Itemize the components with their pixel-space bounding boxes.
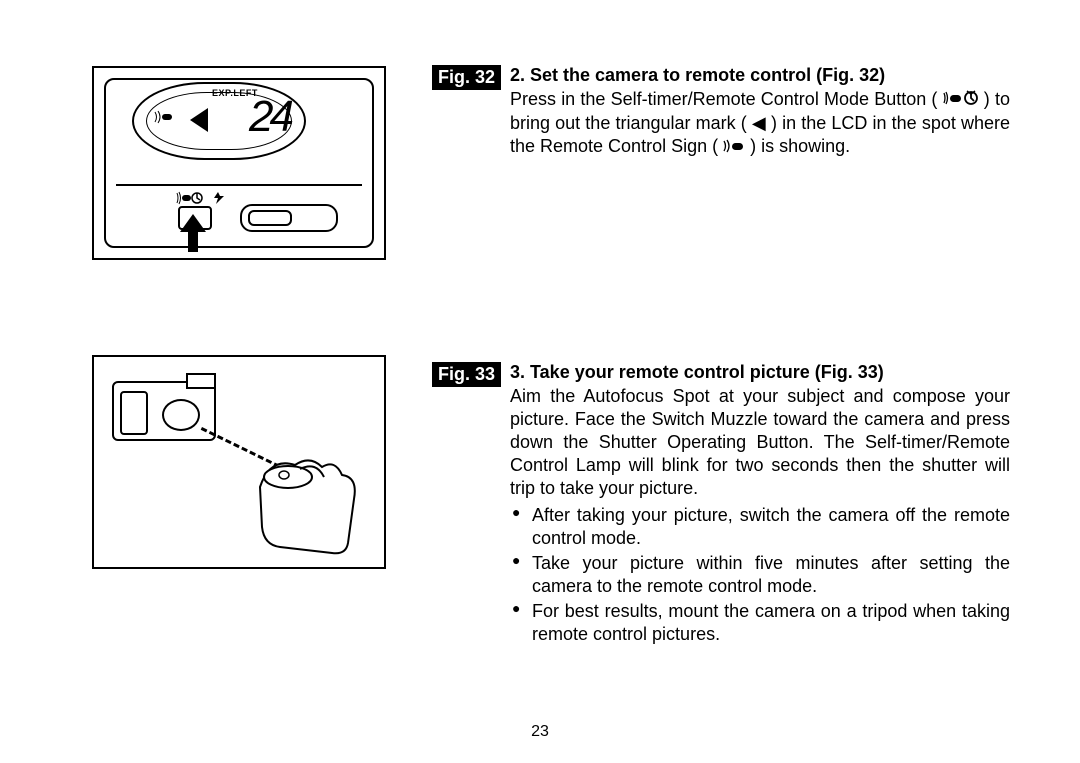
remote-sign-icon — [723, 136, 745, 159]
remote-timer-icon — [943, 89, 979, 112]
figure-32-label: Fig. 32 — [432, 65, 501, 90]
step-3-text-block: 3. Take your remote control picture (Fig… — [510, 362, 1010, 648]
step-2-body: Press in the Self-timer/Remote Control M… — [510, 88, 1010, 159]
manual-page: EXP.LEFT 24 — [0, 0, 1080, 763]
figure-32-illustration: EXP.LEFT 24 — [92, 66, 386, 260]
figure-33-label: Fig. 33 — [432, 362, 501, 387]
camera-icon — [112, 381, 216, 441]
step-3-body: Aim the Autofocus Spot at your subject a… — [510, 385, 1010, 500]
switch-slot — [240, 204, 338, 232]
list-item: After taking your picture, switch the ca… — [510, 504, 1010, 550]
step-3-title: 3. Take your remote control picture (Fig… — [510, 362, 1010, 383]
step-3-bullet-list: After taking your picture, switch the ca… — [510, 504, 1010, 646]
lcd-frame-number: 24 — [249, 92, 290, 142]
step-2-title: 2. Set the camera to remote control (Fig… — [510, 65, 1010, 86]
list-item: For best results, mount the camera on a … — [510, 600, 1010, 646]
hand-remote-icon — [250, 447, 370, 557]
figure-33-illustration — [92, 355, 386, 569]
page-number: 23 — [0, 723, 1080, 741]
step-2-text-block: 2. Set the camera to remote control (Fig… — [510, 65, 1010, 159]
remote-icon — [154, 110, 174, 126]
step-2-body-part3: ) is showing. — [750, 136, 850, 156]
step-2-body-part1: Press in the Self-timer/Remote Control M… — [510, 89, 937, 109]
press-arrow-icon — [180, 214, 206, 252]
triangle-mark-icon — [190, 108, 208, 132]
list-item: Take your picture within five minutes af… — [510, 552, 1010, 598]
